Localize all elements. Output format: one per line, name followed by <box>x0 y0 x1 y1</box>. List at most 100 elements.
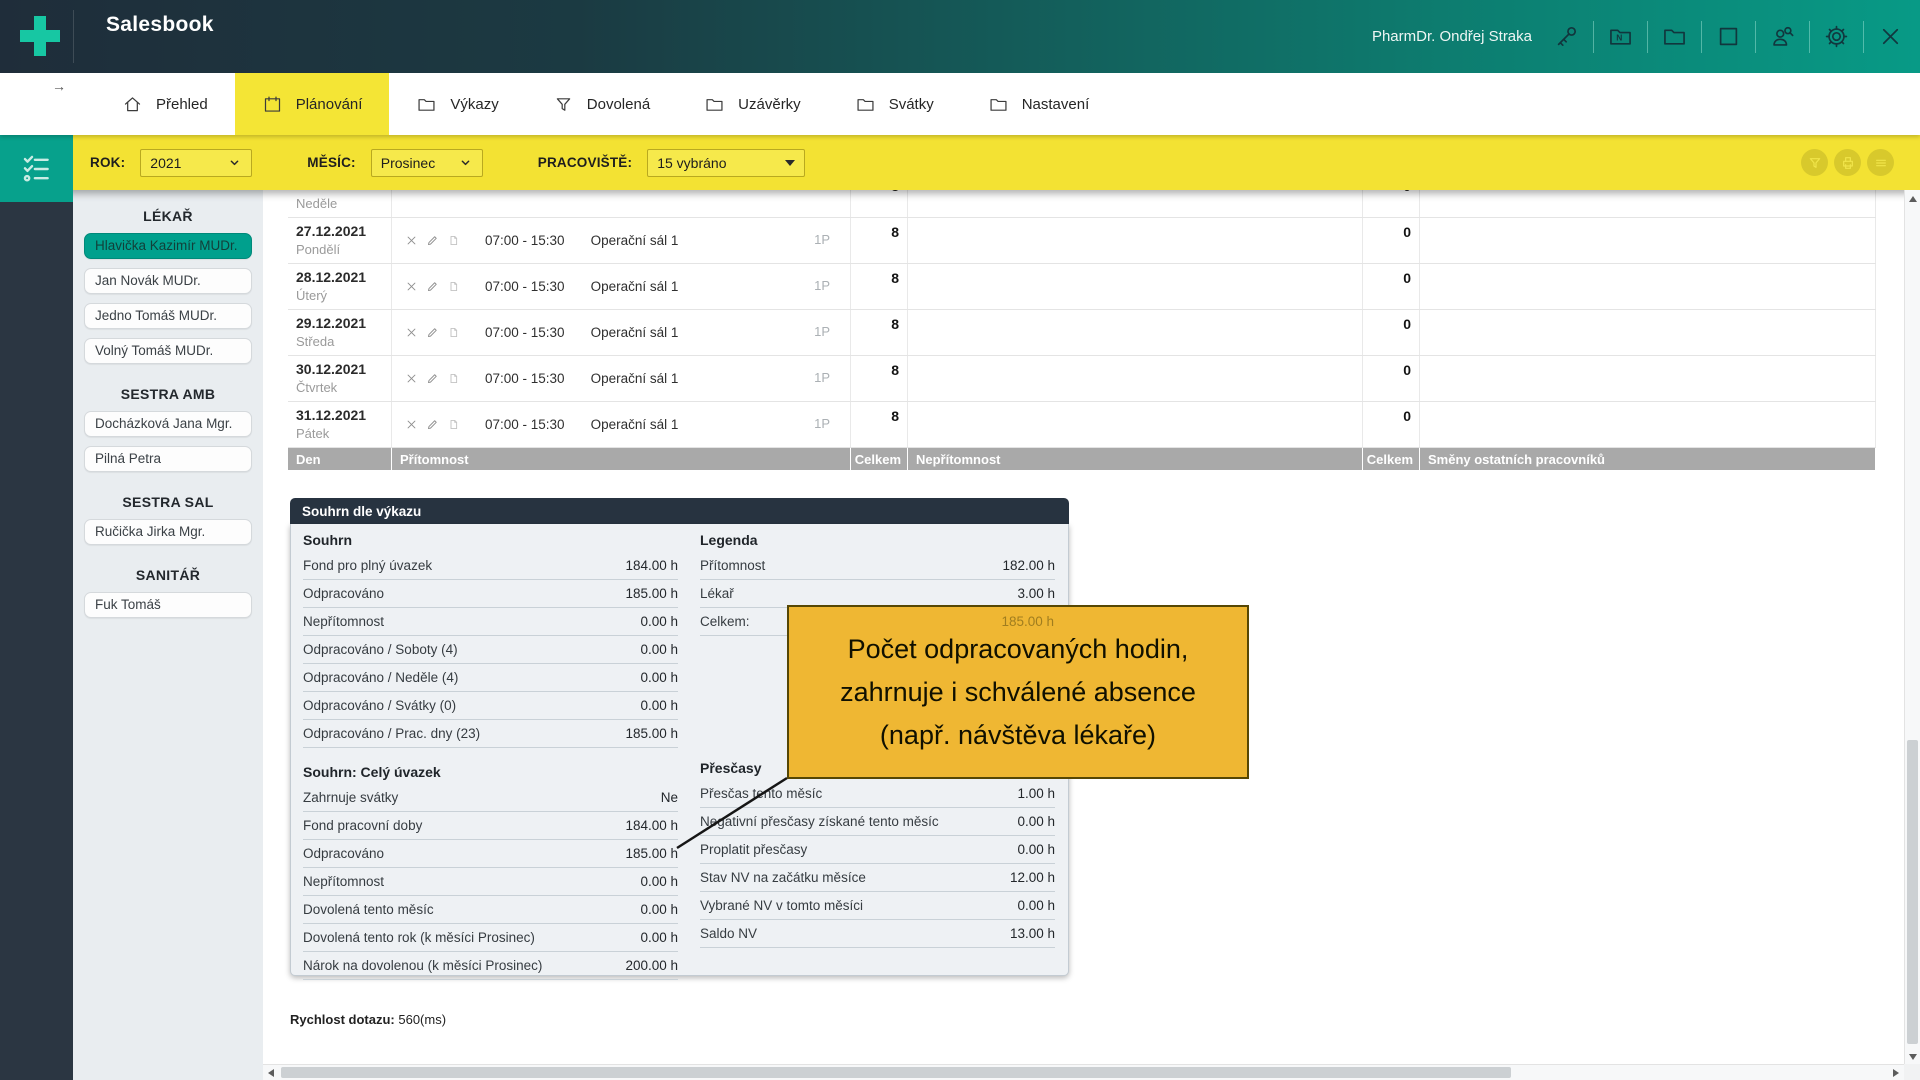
delete-icon[interactable] <box>404 417 419 432</box>
filter-select-month[interactable]: Prosinec <box>371 149 483 177</box>
topbar-icon-divider <box>1593 21 1594 53</box>
absence-cell[interactable] <box>908 356 1363 401</box>
schedule-row[interactable]: 26.12.2021 Neděle 8 0 <box>288 190 1876 218</box>
edit-icon[interactable] <box>425 325 440 340</box>
nav-tabs: Přehled Plánování VýkazyDovolenáUzávěrkySv… <box>95 73 1116 135</box>
row-day: Úterý <box>296 287 391 304</box>
horizontal-scrollbar[interactable] <box>263 1064 1904 1080</box>
staff-item[interactable]: Jan Novák MUDr. <box>84 268 252 294</box>
summary-row-label: Přítomnost <box>700 558 765 573</box>
scroll-right-arrow-icon[interactable] <box>1893 1069 1899 1077</box>
copy-icon[interactable] <box>446 325 461 340</box>
absence-cell[interactable] <box>908 310 1363 355</box>
presence-total-cell: 8 <box>851 264 908 309</box>
tab-dovolena[interactable]: Dovolená <box>526 73 677 135</box>
settings-icon[interactable] <box>1823 23 1850 50</box>
tab-uzaverky[interactable]: Uzávěrky <box>677 73 828 135</box>
app-logo-cross-icon <box>20 16 60 56</box>
staff-item[interactable]: Volný Tomáš MUDr. <box>84 338 252 364</box>
svg-text:N: N <box>1616 32 1622 42</box>
summary-row: Vybrané NV v tomto měsíci 0.00 h <box>700 892 1055 920</box>
folder-n-icon[interactable]: N <box>1607 23 1634 50</box>
print-button[interactable] <box>1834 149 1861 176</box>
staff-item[interactable]: Jedno Tomáš MUDr. <box>84 303 252 329</box>
forward-arrow-icon[interactable]: → <box>52 78 66 94</box>
tab-label: Plánování <box>296 96 363 113</box>
folder-icon <box>855 94 876 115</box>
filter-select-workplace[interactable]: 15 vybráno <box>647 149 805 177</box>
summary-row-value: 0.00 h <box>640 930 678 945</box>
presence-cell[interactable]: 07:00 - 15:30 Operační sál 1 1P <box>392 356 851 401</box>
copy-icon[interactable] <box>446 371 461 386</box>
scroll-left-arrow-icon[interactable] <box>268 1069 274 1077</box>
edit-icon[interactable] <box>425 279 440 294</box>
close-icon[interactable] <box>1877 23 1904 50</box>
summary-row-value: 0.00 h <box>640 642 678 657</box>
staff-item[interactable]: Hlavička Kazimír MUDr. <box>84 233 252 259</box>
copy-icon[interactable] <box>446 233 461 248</box>
summary-row-label: Odpracováno / Neděle (4) <box>303 670 458 685</box>
presence-cell[interactable]: 07:00 - 15:30 Operační sál 1 1P <box>392 264 851 309</box>
edit-icon[interactable] <box>425 233 440 248</box>
square-icon[interactable] <box>1715 23 1742 50</box>
key-icon[interactable] <box>1553 23 1580 50</box>
summary-row: Nárok na dovolenou (k měsíci Prosinec) 2… <box>303 952 678 980</box>
summary-row: Lékař 3.00 h <box>700 580 1055 608</box>
absence-cell[interactable] <box>908 218 1363 263</box>
filter-button[interactable] <box>1801 149 1828 176</box>
schedule-table: 26.12.2021 Neděle 8 0 27.12.2021 Pondělí… <box>288 190 1876 470</box>
staff-item[interactable]: Ručička Jirka Mgr. <box>84 519 252 545</box>
tab-planovani[interactable]: Plánování <box>235 73 390 135</box>
absence-total-cell: 0 <box>1363 356 1420 401</box>
presence-cell[interactable]: 07:00 - 15:30 Operační sál 1 1P <box>392 310 851 355</box>
tab-nastaveni[interactable]: Nastavení <box>961 73 1117 135</box>
row-day: Neděle <box>296 195 391 212</box>
delete-icon[interactable] <box>404 371 419 386</box>
absence-cell[interactable] <box>908 402 1363 447</box>
vertical-scroll-thumb[interactable] <box>1907 740 1918 1044</box>
summary-row: Negativní přesčasy získané tento měsíc 0… <box>700 808 1055 836</box>
chevron-icon <box>458 155 473 170</box>
scroll-down-arrow-icon[interactable] <box>1909 1054 1917 1060</box>
vertical-scrollbar[interactable] <box>1904 190 1920 1064</box>
tab-label: Nastavení <box>1022 96 1090 113</box>
tab-prehled[interactable]: Přehled <box>95 73 235 135</box>
presence-cell[interactable] <box>392 190 851 217</box>
schedule-row[interactable]: 29.12.2021 Středa 07:00 - 15:30 Operační… <box>288 310 1876 356</box>
copy-icon[interactable] <box>446 279 461 294</box>
delete-icon[interactable] <box>404 325 419 340</box>
edit-icon[interactable] <box>425 371 440 386</box>
horizontal-scroll-thumb[interactable] <box>281 1067 1511 1078</box>
absence-total-cell: 0 <box>1363 310 1420 355</box>
staff-list-toggle[interactable] <box>0 135 73 202</box>
schedule-row[interactable]: 30.12.2021 Čtvrtek 07:00 - 15:30 Operačn… <box>288 356 1876 402</box>
staff-item[interactable]: Pilná Petra <box>84 446 252 472</box>
delete-icon[interactable] <box>404 233 419 248</box>
presence-cell[interactable]: 07:00 - 15:30 Operační sál 1 1P <box>392 402 851 447</box>
absence-cell[interactable] <box>908 190 1363 217</box>
user-search-icon[interactable] <box>1769 23 1796 50</box>
schedule-row[interactable]: 27.12.2021 Pondělí 07:00 - 15:30 Operačn… <box>288 218 1876 264</box>
staff-item[interactable]: Fuk Tomáš <box>84 592 252 618</box>
folder-icon[interactable] <box>1661 23 1688 50</box>
tab-svatky[interactable]: Svátky <box>828 73 961 135</box>
summary-section-heading: Souhrn <box>303 528 678 552</box>
staff-item[interactable]: Docházková Jana Mgr. <box>84 411 252 437</box>
absence-cell[interactable] <box>908 264 1363 309</box>
schedule-row[interactable]: 28.12.2021 Úterý 07:00 - 15:30 Operační … <box>288 264 1876 310</box>
tab-vykazy[interactable]: Výkazy <box>389 73 525 135</box>
absence-total-cell: 0 <box>1363 190 1420 217</box>
edit-icon[interactable] <box>425 417 440 432</box>
schedule-row[interactable]: 31.12.2021 Pátek 07:00 - 15:30 Operační … <box>288 402 1876 448</box>
scroll-up-arrow-icon[interactable] <box>1909 196 1917 202</box>
presence-cell[interactable]: 07:00 - 15:30 Operační sál 1 1P <box>392 218 851 263</box>
shift-place: Operační sál 1 <box>591 371 679 386</box>
shift-time: 07:00 - 15:30 <box>485 233 565 248</box>
menu-button[interactable] <box>1867 149 1894 176</box>
user-name[interactable]: PharmDr. Ondřej Straka <box>1372 28 1532 45</box>
filter-select-year[interactable]: 2021 <box>140 149 252 177</box>
delete-icon[interactable] <box>404 279 419 294</box>
summary-section-heading: Legenda <box>700 528 1055 552</box>
copy-icon[interactable] <box>446 417 461 432</box>
row-actions <box>404 417 461 432</box>
